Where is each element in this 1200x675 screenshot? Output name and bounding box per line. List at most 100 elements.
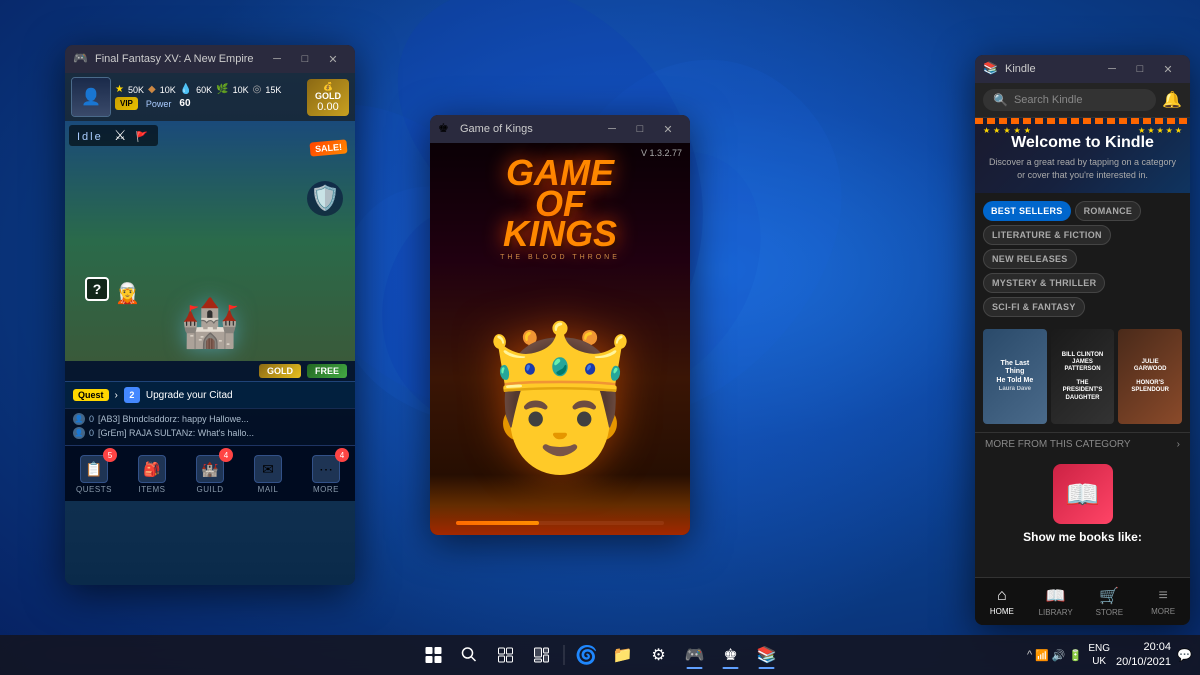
kindle-cat-literature[interactable]: LITERATURE & FICTION	[983, 225, 1111, 245]
taskbar-start-button[interactable]	[418, 639, 450, 671]
taskbar-settings-button[interactable]: ⚙	[643, 639, 675, 671]
ff-resource-bar: 👤 ★ 50K ◆ 10K 💧 60K 🌿 10K ◎ 15K VIP	[65, 73, 355, 121]
ff-power-value: 60	[179, 98, 190, 109]
taskbar-taskview-button[interactable]	[490, 639, 522, 671]
ff-nav-guild[interactable]: 4 🏰 GUILD	[181, 446, 239, 501]
kindle-star-3: ★	[1003, 126, 1010, 135]
kindle-book-1[interactable]: The LastThingHe Told MeLaura Dave	[983, 329, 1047, 424]
kindle-show-books-label: Show me books like:	[1023, 530, 1142, 544]
kindle-book-1-title: The LastThingHe Told MeLaura Dave	[996, 360, 1033, 394]
ff-promo-free-button[interactable]: FREE	[307, 364, 347, 378]
gok-window-controls: ─ □ ✕	[598, 119, 682, 139]
ff-resource-4: 10K	[233, 85, 249, 95]
tray-icons: ^ 📶 🔊 🔋	[1027, 649, 1082, 662]
kindle-notification-icon[interactable]: 🔔	[1162, 90, 1182, 110]
kindle-cat-new-releases[interactable]: NEW RELEASES	[983, 249, 1077, 269]
notification-center-icon[interactable]: 💬	[1177, 648, 1192, 662]
taskbar-search-button[interactable]	[454, 639, 486, 671]
ff-quest-number: 2	[124, 387, 140, 403]
ff-resource-5: 15K	[265, 85, 281, 95]
kindle-nav-library[interactable]: 📖 LIBRARY	[1029, 578, 1083, 625]
language-indicator[interactable]: ENG UK	[1088, 642, 1110, 668]
ff-promo-gold-button[interactable]: GOLD	[259, 364, 301, 378]
kindle-book-heart-icon[interactable]: 📖	[1053, 464, 1113, 524]
kindle-titlebar-icon: 📚	[983, 61, 999, 77]
kindle-more-category-label: MORE FROM THIS CATEGORY	[985, 439, 1131, 450]
kindle-titlebar: 📚 Kindle ─ □ ✕	[975, 55, 1190, 83]
gok-version-label: V 1.3.2.77	[641, 148, 682, 158]
taskbar-edge-button[interactable]: 🌀	[571, 639, 603, 671]
tray-battery-icon[interactable]: 🔋	[1069, 649, 1083, 662]
kindle-search-box[interactable]: 🔍 Search Kindle	[983, 89, 1156, 111]
ff-close-button[interactable]: ✕	[319, 49, 347, 69]
kindle-nav-home[interactable]: ⌂ HOME	[975, 578, 1029, 625]
ff-more-label: MORE	[313, 485, 339, 494]
kindle-search-placeholder: Search Kindle	[1014, 94, 1083, 106]
kindle-book-2-cover: BILL CLINTONJAMES PATTERSONTHEPRESIDENT'…	[1051, 329, 1115, 424]
taskbar-explorer-button[interactable]: 📁	[607, 639, 639, 671]
gok-minimize-button[interactable]: ─	[598, 119, 626, 139]
kindle-book-1-cover: The LastThingHe Told MeLaura Dave	[983, 329, 1047, 424]
ff-quest-bar[interactable]: Quest › 2 Upgrade your Citad	[65, 381, 355, 408]
ff-items-icon: 🎒	[138, 455, 166, 483]
kindle-banner: ★ ★ ★ ★ ★ ★ ★ ★ ★ ★ Welcome to Kindle Di…	[975, 118, 1190, 193]
ff-bottom-nav: 5 📋 QUESTS 🎒 ITEMS 4 🏰 GUILD ✉ MAIL 4 ⋯ …	[65, 445, 355, 501]
kindle-minimize-button[interactable]: ─	[1098, 59, 1126, 79]
taskbar-ff-button[interactable]: 🎮	[679, 639, 711, 671]
gok-game-content[interactable]: V 1.3.2.77 GAME OF KINGS THE BLOOD THRON…	[430, 143, 690, 535]
ff-resources-row1: ★ 50K ◆ 10K 💧 60K 🌿 10K ◎ 15K	[115, 84, 303, 95]
kindle-library-label: LIBRARY	[1039, 608, 1073, 617]
kindle-cat-scifi[interactable]: SCI-FI & FANTASY	[983, 297, 1085, 317]
ff-resource-rock-icon: ◆	[148, 84, 156, 95]
kindle-star-r5: ★	[1175, 126, 1182, 135]
kindle-close-button[interactable]: ✕	[1154, 59, 1182, 79]
gok-game-title-line3: KINGS	[500, 219, 620, 250]
taskbar-gok-button[interactable]: ♚	[715, 639, 747, 671]
ff-power-display: VIP Power 60	[115, 97, 303, 110]
kindle-banner-stars-right: ★ ★ ★ ★ ★	[1138, 126, 1182, 135]
kindle-nav-store[interactable]: 🛒 STORE	[1083, 578, 1137, 625]
taskbar-kindle-button[interactable]: 📚	[751, 639, 783, 671]
tray-chevron-icon[interactable]: ^	[1027, 649, 1032, 661]
ff-nav-mail[interactable]: ✉ MAIL	[239, 446, 297, 501]
tray-network-icon[interactable]: 📶	[1035, 649, 1049, 662]
ff-window: 🎮 Final Fantasy XV: A New Empire ─ □ ✕ 👤…	[65, 45, 355, 585]
ff-shield-icon[interactable]: 🛡️	[307, 181, 343, 216]
ff-minimize-button[interactable]: ─	[263, 49, 291, 69]
ff-nav-items[interactable]: 🎒 ITEMS	[123, 446, 181, 501]
ff-titlebar-icon: 🎮	[73, 51, 89, 67]
kindle-categories: BEST SELLERS ROMANCE LITERATURE & FICTIO…	[975, 193, 1190, 325]
gok-king-emoji: 🤴	[473, 328, 647, 468]
kindle-cat-romance[interactable]: ROMANCE	[1075, 201, 1142, 221]
kindle-book-2[interactable]: BILL CLINTONJAMES PATTERSONTHEPRESIDENT'…	[1051, 329, 1115, 424]
kindle-cat-best-sellers[interactable]: BEST SELLERS	[983, 201, 1071, 221]
kindle-more-category-link[interactable]: MORE FROM THIS CATEGORY ›	[975, 432, 1190, 456]
tray-volume-icon[interactable]: 🔊	[1052, 649, 1066, 662]
ff-nav-quests[interactable]: 5 📋 QUESTS	[65, 446, 123, 501]
ff-unknown-icon[interactable]: ?	[85, 277, 109, 301]
ff-nav-more[interactable]: 4 ⋯ MORE	[297, 446, 355, 501]
ff-guild-label: GUILD	[197, 485, 224, 494]
gok-title-area: GAME OF KINGS THE BLOOD THRONE	[500, 143, 620, 266]
ff-castle-area: 🏰	[180, 294, 240, 351]
gok-maximize-button[interactable]: □	[626, 119, 654, 139]
ff-sale-badge[interactable]: SALE!	[309, 139, 347, 156]
gok-titlebar: ♚ Game of Kings ─ □ ✕	[430, 115, 690, 143]
gok-close-button[interactable]: ✕	[654, 119, 682, 139]
kindle-book-3[interactable]: JULIEGARWOODHONOR'SSPLENDOUR	[1118, 329, 1182, 424]
taskbar-widgets-button[interactable]	[526, 639, 558, 671]
taskbar-clock[interactable]: 20:04 20/10/2021	[1116, 640, 1171, 671]
ff-quest-text: Upgrade your Citad	[146, 390, 233, 401]
ff-map[interactable]: Idle ⚔ 🚩 SALE! 🏰 ? 🧝 🛡️	[65, 121, 355, 361]
windows-logo-icon	[426, 647, 442, 663]
language-code: ENG	[1088, 642, 1110, 655]
taskbar-separator-1	[564, 645, 565, 665]
ff-maximize-button[interactable]: □	[291, 49, 319, 69]
kindle-banner-stars: ★ ★ ★ ★ ★	[983, 126, 1031, 135]
kindle-star-4: ★	[1014, 126, 1021, 135]
ff-titlebar: 🎮 Final Fantasy XV: A New Empire ─ □ ✕	[65, 45, 355, 73]
kindle-maximize-button[interactable]: □	[1126, 59, 1154, 79]
kindle-cat-mystery[interactable]: MYSTERY & THRILLER	[983, 273, 1105, 293]
kindle-nav-more[interactable]: ≡ MORE	[1136, 578, 1190, 625]
ff-resource-star-icon: ★	[115, 84, 124, 95]
